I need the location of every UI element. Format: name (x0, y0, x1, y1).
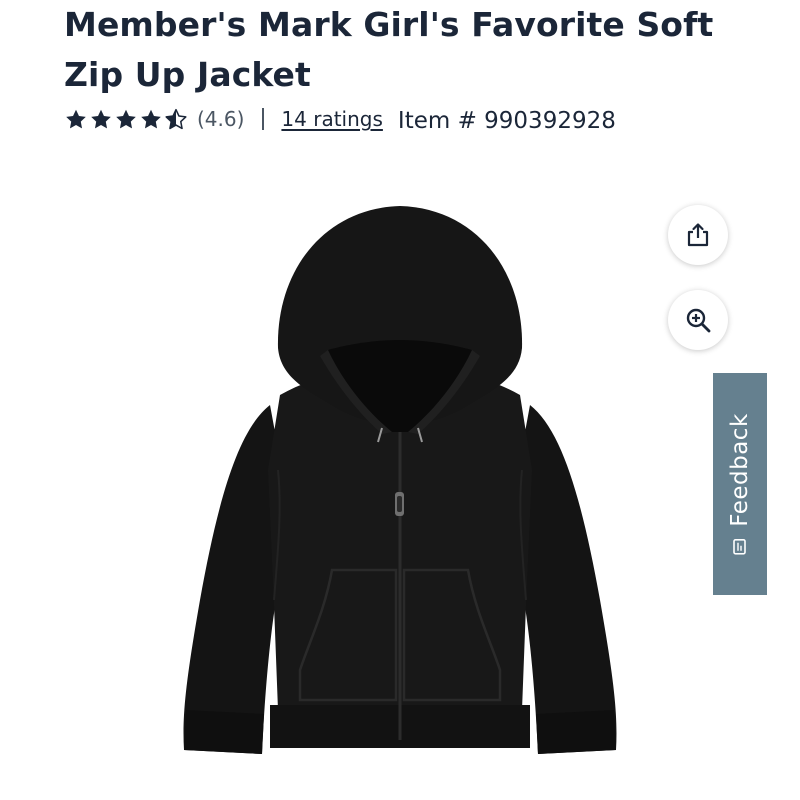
half-star-icon (165, 108, 187, 129)
product-title: Member's Mark Girl's Favorite Soft Zip U… (64, 5, 714, 94)
zoom-button[interactable] (668, 290, 728, 350)
product-image[interactable] (160, 170, 640, 770)
share-button[interactable] (668, 205, 728, 265)
feedback-icon (733, 538, 746, 555)
rating-row: (4.6) 14 ratings Item # 990392928 (64, 102, 616, 136)
feedback-tab[interactable]: Feedback (713, 373, 767, 595)
star-icon (66, 109, 86, 128)
feedback-label: Feedback (727, 413, 753, 527)
star-icon (91, 109, 111, 128)
rating-divider (262, 108, 265, 130)
share-icon (687, 223, 709, 247)
ratings-count-link[interactable]: 14 ratings (281, 107, 382, 131)
feedback-content: Feedback (727, 413, 753, 555)
star-icon (116, 109, 136, 128)
item-number: Item # 990392928 (397, 108, 616, 134)
star-icon (141, 109, 161, 128)
zoom-in-icon (686, 308, 711, 333)
product-page: Member's Mark Girl's Favorite Soft Zip U… (0, 0, 800, 800)
rating-score: (4.6) (197, 107, 245, 131)
star-rating (64, 108, 188, 131)
